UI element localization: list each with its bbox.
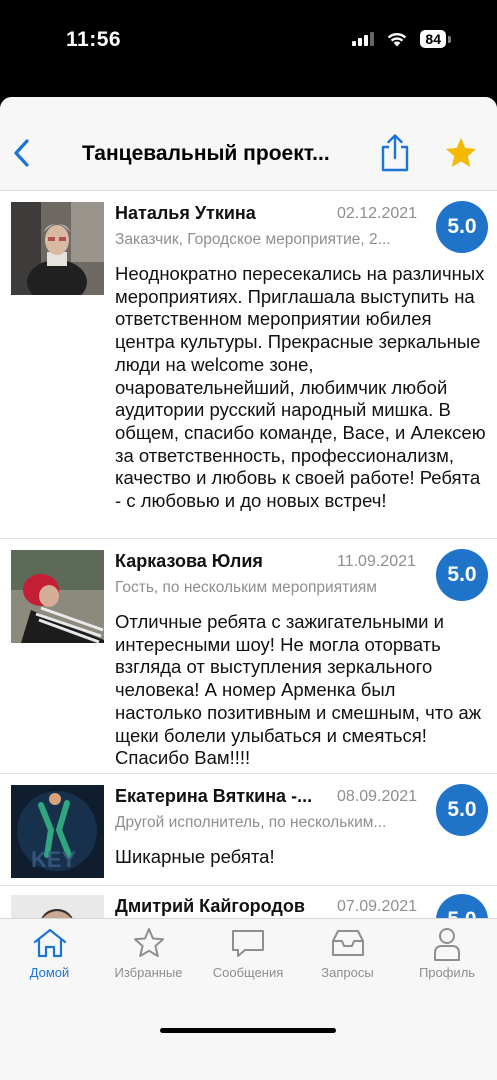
home-indicator[interactable] bbox=[160, 1028, 336, 1033]
status-time: 11:56 bbox=[66, 28, 122, 51]
tab-home[interactable]: Домой bbox=[0, 919, 99, 989]
tab-bar: Домой Избранные Сообщения Запросы Профил… bbox=[0, 918, 497, 1080]
tab-label: Домой bbox=[29, 965, 70, 980]
rating-badge: 5.0 bbox=[436, 894, 488, 918]
review-author: Наталья Уткина bbox=[115, 203, 256, 223]
tab-label: Запросы bbox=[321, 965, 374, 980]
reviews-list[interactable]: Наталья Уткина 02.12.2021 Заказчик, Горо… bbox=[0, 191, 497, 918]
review-date: 08.09.2021 bbox=[337, 788, 418, 805]
modal-sheet: Танцевальный проект... Наталья Уткина 02… bbox=[0, 97, 497, 1080]
back-button[interactable] bbox=[8, 135, 34, 171]
tab-favorites[interactable]: Избранные bbox=[99, 919, 198, 989]
chevron-left-icon bbox=[14, 139, 29, 167]
navigation-bar: Танцевальный проект... bbox=[0, 97, 497, 191]
review-text: Шикарные ребята! bbox=[115, 846, 275, 867]
tab-label: Сообщения bbox=[212, 965, 284, 980]
review-author: Екатерина Вяткина -... bbox=[115, 786, 313, 806]
cellular-signal-icon bbox=[352, 32, 375, 46]
review-author: Карказова Юлия bbox=[115, 551, 263, 571]
svg-text:KEY: KEY bbox=[31, 847, 77, 872]
profile-icon bbox=[434, 928, 460, 961]
rating-badge: 5.0 bbox=[436, 549, 488, 601]
review-role: Гость, по нескольким мероприятиям bbox=[115, 579, 377, 596]
inbox-icon bbox=[331, 930, 364, 956]
home-icon bbox=[33, 928, 66, 958]
share-icon bbox=[381, 134, 409, 172]
tab-label: Избранные bbox=[114, 965, 183, 980]
tab-profile[interactable]: Профиль bbox=[397, 919, 497, 989]
review-item[interactable]: Карказова Юлия 11.09.2021 Гость, по неск… bbox=[0, 539, 497, 774]
review-item[interactable]: KEY Екатерина Вяткина -... 08.09.2021 Др… bbox=[0, 774, 497, 886]
review-text: Неоднократно пересекались на различных м… bbox=[115, 263, 486, 512]
battery-icon: 84 bbox=[420, 30, 451, 48]
review-text: Отличные ребята с зажигательными и интер… bbox=[115, 611, 482, 769]
tab-requests[interactable]: Запросы bbox=[298, 919, 397, 989]
review-date: 07.09.2021 bbox=[337, 898, 418, 915]
share-button[interactable] bbox=[378, 133, 412, 173]
avatar bbox=[11, 550, 104, 643]
review-role: Заказчик, Городское мероприятие, 2... bbox=[115, 231, 391, 248]
wifi-icon bbox=[388, 32, 407, 47]
rating-badge: 5.0 bbox=[436, 201, 488, 253]
battery-level: 84 bbox=[420, 30, 446, 48]
review-author: Дмитрий Кайгородов bbox=[115, 896, 305, 916]
avatar bbox=[11, 202, 104, 295]
rating-badge: 5.0 bbox=[436, 784, 488, 836]
status-bar: 11:56 84 bbox=[0, 0, 497, 85]
review-date: 11.09.2021 bbox=[337, 553, 416, 570]
avatar: KEY bbox=[11, 785, 104, 878]
review-date: 02.12.2021 bbox=[337, 205, 418, 222]
review-role: Другой исполнитель, по нескольким... bbox=[115, 814, 387, 831]
status-icons: 84 bbox=[352, 30, 451, 48]
star-icon bbox=[446, 138, 476, 167]
star-outline-icon bbox=[133, 928, 164, 957]
review-item[interactable]: Дмитрий Кайгородов 07.09.2021 5.0 bbox=[0, 886, 497, 918]
page-title: Танцевальный проект... bbox=[82, 142, 330, 165]
tab-messages[interactable]: Сообщения bbox=[198, 919, 298, 989]
review-item[interactable]: Наталья Уткина 02.12.2021 Заказчик, Горо… bbox=[0, 191, 497, 539]
avatar bbox=[11, 895, 104, 918]
message-icon bbox=[232, 930, 264, 957]
favorite-button[interactable] bbox=[443, 135, 479, 171]
tab-label: Профиль bbox=[418, 965, 476, 980]
